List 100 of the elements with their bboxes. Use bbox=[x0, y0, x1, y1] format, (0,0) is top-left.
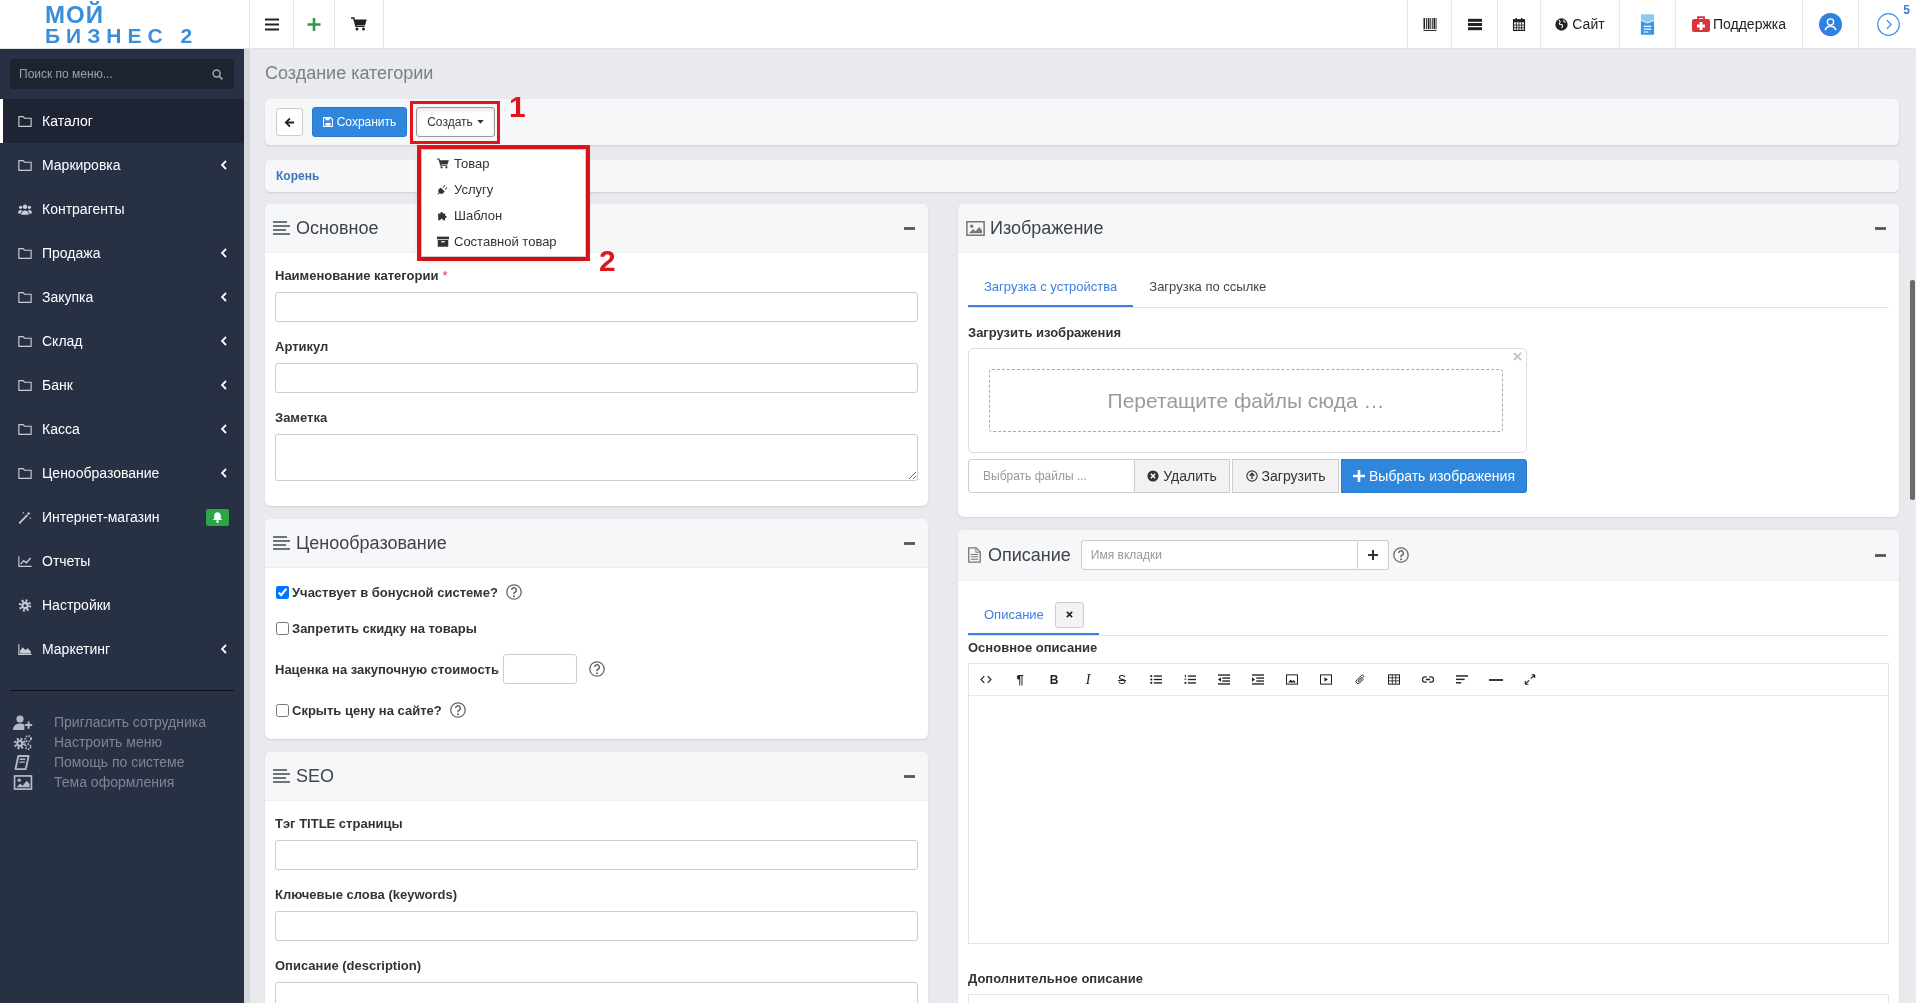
strikethrough-button[interactable]: S bbox=[1118, 672, 1126, 687]
image-icon[interactable] bbox=[1286, 674, 1298, 685]
paragraph-button[interactable]: ¶ bbox=[1016, 672, 1024, 687]
collapse-icon[interactable] bbox=[1875, 553, 1886, 557]
numbered-list-icon[interactable] bbox=[1184, 674, 1196, 685]
checkbox-label[interactable]: Скрыть цену на сайте? bbox=[292, 702, 442, 718]
save-button[interactable]: Сохранить bbox=[312, 107, 407, 137]
text-input[interactable] bbox=[275, 363, 918, 393]
arrow-left-icon bbox=[284, 116, 295, 128]
help-icon[interactable] bbox=[588, 661, 605, 677]
checkbox[interactable] bbox=[276, 621, 289, 635]
area-chart-icon bbox=[18, 642, 32, 656]
help-icon[interactable] bbox=[449, 702, 466, 718]
collapse-icon[interactable] bbox=[904, 226, 915, 230]
choose-images-button[interactable]: Выбрать изображения bbox=[1341, 459, 1527, 493]
sidebar-footer-link[interactable]: Пригласить сотрудника bbox=[0, 712, 244, 732]
field-label: Наименование категории bbox=[275, 267, 439, 285]
link-icon[interactable] bbox=[1422, 674, 1434, 685]
tab[interactable]: Загрузка по ссылке bbox=[1133, 268, 1283, 307]
sidebar-item[interactable]: Отчеты bbox=[0, 539, 244, 583]
sidebar-footer-link[interactable]: Помощь по системе bbox=[0, 752, 244, 772]
sidebar-item[interactable]: Ценообразование bbox=[0, 451, 244, 495]
sidebar-footer-link[interactable]: Настроить меню bbox=[0, 732, 244, 752]
sidebar-item[interactable]: Касса bbox=[0, 407, 244, 451]
folder-icon bbox=[18, 158, 32, 172]
folder-icon bbox=[18, 378, 32, 392]
sidebar-item[interactable]: Настройки bbox=[0, 583, 244, 627]
file-name-field[interactable]: Выбрать файлы ... bbox=[968, 459, 1135, 493]
text-input[interactable] bbox=[275, 911, 918, 941]
panel-title: Основное bbox=[296, 217, 379, 239]
tab[interactable]: Загрузка с устройства bbox=[968, 268, 1134, 307]
sidebar-item[interactable]: Интернет-магазин bbox=[0, 495, 244, 539]
sidebar-item[interactable]: Каталог bbox=[0, 99, 244, 143]
dropdown-item[interactable]: Товар bbox=[422, 150, 585, 176]
indent-icon[interactable] bbox=[1252, 674, 1264, 685]
collapse-icon[interactable] bbox=[1875, 226, 1886, 230]
sidebar-item[interactable]: Продажа bbox=[0, 231, 244, 275]
search-icon[interactable] bbox=[212, 69, 223, 80]
horizontal-line-icon[interactable] bbox=[1489, 678, 1503, 681]
help-icon[interactable] bbox=[1392, 547, 1409, 563]
collapse-icon[interactable] bbox=[904, 774, 915, 778]
sidebar-item[interactable]: Закупка bbox=[0, 275, 244, 319]
cart-button[interactable] bbox=[334, 0, 384, 48]
panel-title: Ценообразование bbox=[296, 532, 447, 554]
table-icon[interactable] bbox=[1388, 674, 1400, 685]
upload-button[interactable]: Загрузить bbox=[1232, 459, 1339, 493]
checkbox-label[interactable]: Запретить скидку на товары bbox=[292, 620, 477, 636]
delete-button[interactable]: Удалить bbox=[1135, 459, 1230, 493]
markup-input[interactable] bbox=[502, 654, 577, 684]
editor-box[interactable]: ¶ B I S bbox=[968, 663, 1889, 944]
bold-button[interactable]: B bbox=[1049, 672, 1059, 687]
back-button[interactable] bbox=[276, 108, 303, 136]
sidebar-footer-link[interactable]: Тема оформления bbox=[0, 772, 244, 792]
paperclip-icon[interactable] bbox=[1354, 674, 1366, 685]
sidebar-item[interactable]: Маркетинг bbox=[0, 627, 244, 671]
field-label: Наценка на закупочную стоимость bbox=[275, 661, 499, 677]
page-title: Создание категории bbox=[265, 62, 435, 85]
field-label: Ключевые слова (keywords) bbox=[275, 886, 458, 904]
text-input[interactable] bbox=[275, 840, 918, 870]
text-input[interactable] bbox=[275, 982, 918, 1003]
search-field[interactable]: Поиск по меню... bbox=[10, 59, 234, 89]
close-tab-button[interactable] bbox=[1054, 601, 1084, 628]
create-dropdown-button[interactable]: Создать bbox=[416, 107, 495, 137]
lines-icon bbox=[273, 769, 290, 783]
tab-name-field[interactable]: Имя вкладки bbox=[1080, 540, 1358, 570]
bulleted-list-icon[interactable] bbox=[1150, 674, 1162, 685]
sidebar-item[interactable]: Маркировка bbox=[0, 143, 244, 187]
collapse-icon[interactable] bbox=[904, 541, 915, 545]
barcode-icon bbox=[1422, 17, 1437, 31]
code-view-icon[interactable] bbox=[980, 674, 992, 685]
dropdown-item[interactable]: Услугу bbox=[422, 176, 585, 202]
lines-icon bbox=[273, 536, 290, 550]
dropdown-item[interactable]: Составной товар bbox=[422, 228, 585, 254]
sidebar-item[interactable]: Склад bbox=[0, 319, 244, 363]
checkbox-label[interactable]: Участвует в бонусной системе? bbox=[292, 584, 498, 600]
image-icon bbox=[966, 220, 985, 236]
scrollbar-thumb[interactable] bbox=[1910, 280, 1915, 500]
sidebar-item[interactable]: Банк bbox=[0, 363, 244, 407]
italic-button[interactable]: I bbox=[1085, 672, 1091, 687]
breadcrumb-link[interactable]: Корень bbox=[276, 169, 320, 183]
sidebar-item[interactable]: Контрагенты bbox=[0, 187, 244, 231]
remove-circle-icon bbox=[1147, 470, 1160, 482]
video-icon[interactable] bbox=[1320, 674, 1332, 685]
plus-icon bbox=[1353, 470, 1365, 482]
text-input[interactable] bbox=[275, 292, 918, 322]
align-left-icon[interactable] bbox=[1456, 674, 1468, 685]
help-icon[interactable] bbox=[505, 584, 522, 600]
close-icon bbox=[1065, 611, 1073, 618]
outdent-icon[interactable] bbox=[1218, 674, 1230, 685]
fullscreen-icon[interactable] bbox=[1524, 674, 1536, 685]
checkbox[interactable] bbox=[276, 585, 289, 599]
globe-icon bbox=[1555, 17, 1569, 31]
archive-box-icon bbox=[437, 235, 449, 247]
picture-icon bbox=[13, 774, 33, 790]
dropdown-item[interactable]: Шаблон bbox=[422, 202, 585, 228]
panel-title: SEO bbox=[296, 765, 334, 787]
tab[interactable]: Описание bbox=[968, 596, 1099, 635]
add-tab-button[interactable] bbox=[1357, 540, 1389, 570]
caret-icon bbox=[476, 120, 484, 124]
checkbox[interactable] bbox=[276, 703, 289, 717]
